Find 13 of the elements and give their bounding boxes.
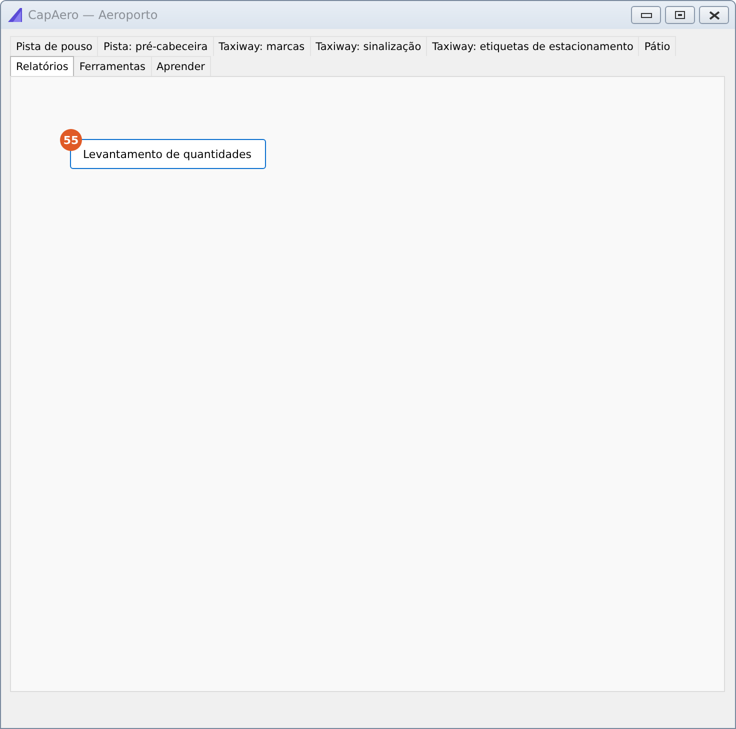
- maximize-icon: [675, 11, 685, 19]
- tab[interactable]: Pátio: [638, 36, 676, 56]
- minimize-icon: [640, 12, 652, 18]
- app-logo-icon: [7, 7, 23, 23]
- tab[interactable]: Aprender: [150, 56, 211, 76]
- tab[interactable]: Pista de pouso: [10, 36, 98, 56]
- count-badge: 55: [60, 129, 82, 151]
- maximize-button[interactable]: [665, 6, 695, 24]
- tab[interactable]: Relatórios: [10, 56, 74, 76]
- close-icon: [708, 10, 720, 20]
- minimize-button[interactable]: [631, 6, 661, 24]
- window-title: CapAero — Aeroporto: [28, 8, 159, 22]
- close-button[interactable]: [699, 6, 729, 24]
